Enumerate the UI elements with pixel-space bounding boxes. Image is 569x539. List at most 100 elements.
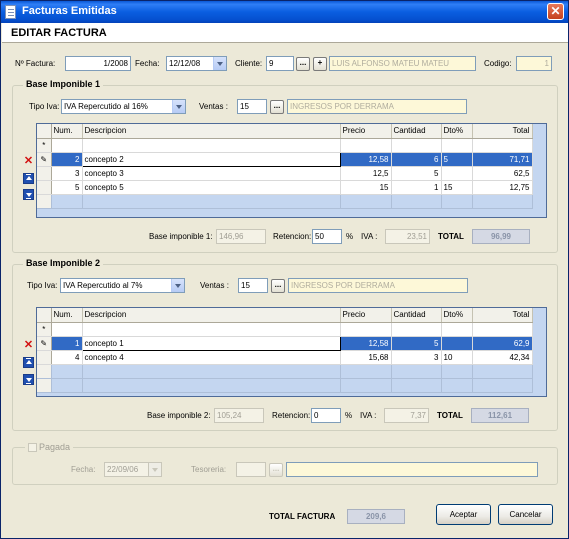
chevron-down-icon[interactable] xyxy=(148,463,161,476)
fecha-picker[interactable]: 12/12/08 xyxy=(166,56,227,71)
move-down-icon[interactable] xyxy=(23,189,34,200)
table-row[interactable]: 5 concepto 5 15 1 15 12,75 xyxy=(37,180,533,195)
base1-tipo-select[interactable]: IVA Repercutido al 16% xyxy=(61,99,186,114)
col-num[interactable]: Num. xyxy=(51,124,83,139)
page-title: EDITAR FACTURA xyxy=(11,27,107,39)
codigo-label: Codigo: xyxy=(484,59,512,68)
new-row-marker: * xyxy=(37,138,52,153)
fecha-label: Fecha: xyxy=(135,59,160,68)
base2-tipo-select[interactable]: IVA Repercutido al 7% xyxy=(60,278,185,293)
base2-base-value: 105,24 xyxy=(214,408,264,423)
base1-ventas-browse-button[interactable]: ... xyxy=(270,100,284,114)
chevron-down-icon[interactable] xyxy=(171,279,184,292)
cancel-button[interactable]: Cancelar xyxy=(498,504,553,525)
move-up-icon[interactable] xyxy=(23,173,34,184)
tesoreria-name xyxy=(286,462,538,477)
base2-ventas-field[interactable]: 15 xyxy=(238,278,268,293)
cliente-label: Cliente: xyxy=(235,59,263,68)
nfactura-label: Nº Factura: xyxy=(15,59,56,68)
col-dto[interactable]: Dto% xyxy=(441,124,473,139)
total-factura-value: 209,6 xyxy=(347,509,405,524)
total-factura-label: TOTAL FACTURA xyxy=(269,512,336,521)
new-row[interactable]: * xyxy=(37,322,533,337)
close-button[interactable]: ✕ xyxy=(547,3,564,20)
tesoreria-browse-button[interactable]: ... xyxy=(269,463,283,477)
col-cantidad[interactable]: Cantidad xyxy=(391,124,442,139)
base1-base-value: 146,96 xyxy=(216,229,266,244)
base1-iva-label: IVA : xyxy=(361,232,378,241)
base2-ventas-browse-button[interactable]: ... xyxy=(271,279,285,293)
base2-base-label: Base imponible 2: xyxy=(147,411,211,420)
new-row[interactable]: * xyxy=(37,138,533,153)
base1-ventas-label: Ventas : xyxy=(199,102,228,111)
base2-total-label: TOTAL xyxy=(437,411,463,420)
pagada-checkbox[interactable] xyxy=(28,443,37,452)
base2-iva-value: 7,37 xyxy=(384,408,429,423)
pagada-fecha-value: 22/09/06 xyxy=(107,465,139,474)
base1-ret-label: Retencion: xyxy=(273,232,312,241)
tesoreria-label: Tesoreria: xyxy=(191,465,227,474)
base1-ventas-field[interactable]: 15 xyxy=(237,99,267,114)
table-row[interactable]: 3 concepto 3 12,5 5 62,5 xyxy=(37,166,533,181)
invoice-window: Facturas Emitidas ✕ EDITAR FACTURA Nº Fa… xyxy=(0,0,569,539)
chevron-down-icon[interactable] xyxy=(172,100,185,113)
col-num[interactable]: Num. xyxy=(51,308,83,323)
tesoreria-field[interactable] xyxy=(236,462,266,477)
col-dto[interactable]: Dto% xyxy=(441,308,473,323)
col-precio[interactable]: Precio xyxy=(340,124,392,139)
col-descripcion[interactable]: Descripcion xyxy=(82,124,341,139)
codigo-field: 1 xyxy=(516,56,552,71)
base2-tipo-label: Tipo Iva: xyxy=(27,281,58,290)
base1-pct: % xyxy=(346,232,354,241)
base1-base-label: Base imponible 1: xyxy=(149,232,213,241)
col-total[interactable]: Total xyxy=(472,124,533,139)
nfactura-field[interactable]: 1/2008 xyxy=(65,56,131,71)
title-bar[interactable]: Facturas Emitidas ✕ xyxy=(1,1,568,23)
col-descripcion[interactable]: Descripcion xyxy=(82,308,341,323)
table-row[interactable]: ✎ 2 concepto 2 12,58 6 5 71,71 xyxy=(37,151,533,167)
base2-ventas-label: Ventas : xyxy=(200,281,229,290)
base2-title: Base Imponible 2 xyxy=(23,258,104,268)
pencil-icon: ✎ xyxy=(37,336,52,351)
table-row[interactable]: 4 concepto 4 15,68 3 10 42,34 xyxy=(37,350,533,365)
base1-total-value: 96,99 xyxy=(472,229,530,244)
base1-ret-field[interactable]: 50 xyxy=(312,229,342,244)
base2-ret-field[interactable]: 0 xyxy=(311,408,341,423)
base2-tipo-value: IVA Repercutido al 7% xyxy=(63,281,143,290)
col-total[interactable]: Total xyxy=(472,308,533,323)
header-band: EDITAR FACTURA xyxy=(2,23,568,43)
move-down-icon[interactable] xyxy=(23,374,34,385)
move-up-icon[interactable] xyxy=(23,357,34,368)
row-indicator-header xyxy=(37,308,52,323)
row-indicator-header xyxy=(37,124,52,139)
base2-iva-label: IVA : xyxy=(360,411,377,420)
base1-tipo-value: IVA Repercutido al 16% xyxy=(64,102,148,111)
fecha-value: 12/12/08 xyxy=(169,59,201,68)
table-row[interactable]: ✎ 1 concepto 1 12,58 5 62,9 xyxy=(37,335,533,351)
window-title: Facturas Emitidas xyxy=(22,5,117,17)
chevron-down-icon[interactable] xyxy=(213,57,226,70)
col-cantidad[interactable]: Cantidad xyxy=(391,308,442,323)
delete-row-icon[interactable]: ✕ xyxy=(23,156,34,167)
new-row-marker: * xyxy=(37,322,52,337)
base2-pct: % xyxy=(345,411,353,420)
pencil-icon: ✎ xyxy=(37,152,52,167)
base1-lines-grid[interactable]: Num. Descripcion Precio Cantidad Dto% To… xyxy=(36,123,547,218)
base1-tipo-label: Tipo Iva: xyxy=(29,102,60,111)
cliente-field[interactable]: 9 xyxy=(266,56,294,71)
delete-row-icon[interactable]: ✕ xyxy=(23,340,34,351)
accept-button[interactable]: Aceptar xyxy=(436,504,491,525)
base1-iva-value: 23,51 xyxy=(385,229,430,244)
base1-total-label: TOTAL xyxy=(438,232,464,241)
base1-ventas-name: INGRESOS POR DERRAMA xyxy=(287,99,467,114)
base2-lines-grid[interactable]: Num. Descripcion Precio Cantidad Dto% To… xyxy=(36,307,547,397)
col-precio[interactable]: Precio xyxy=(340,308,392,323)
pagada-fecha-label: Fecha: xyxy=(71,465,96,474)
cliente-name-field: LUIS ALFONSO MATEU MATEU xyxy=(329,56,476,71)
base2-ret-label: Retencion: xyxy=(272,411,311,420)
pagada-fecha-picker[interactable]: 22/09/06 xyxy=(104,462,162,477)
cliente-browse-button[interactable]: ... xyxy=(296,57,310,71)
base2-total-value: 112,61 xyxy=(471,408,529,423)
cliente-add-button[interactable]: + xyxy=(313,57,327,71)
base1-title: Base Imponible 1 xyxy=(23,79,104,89)
